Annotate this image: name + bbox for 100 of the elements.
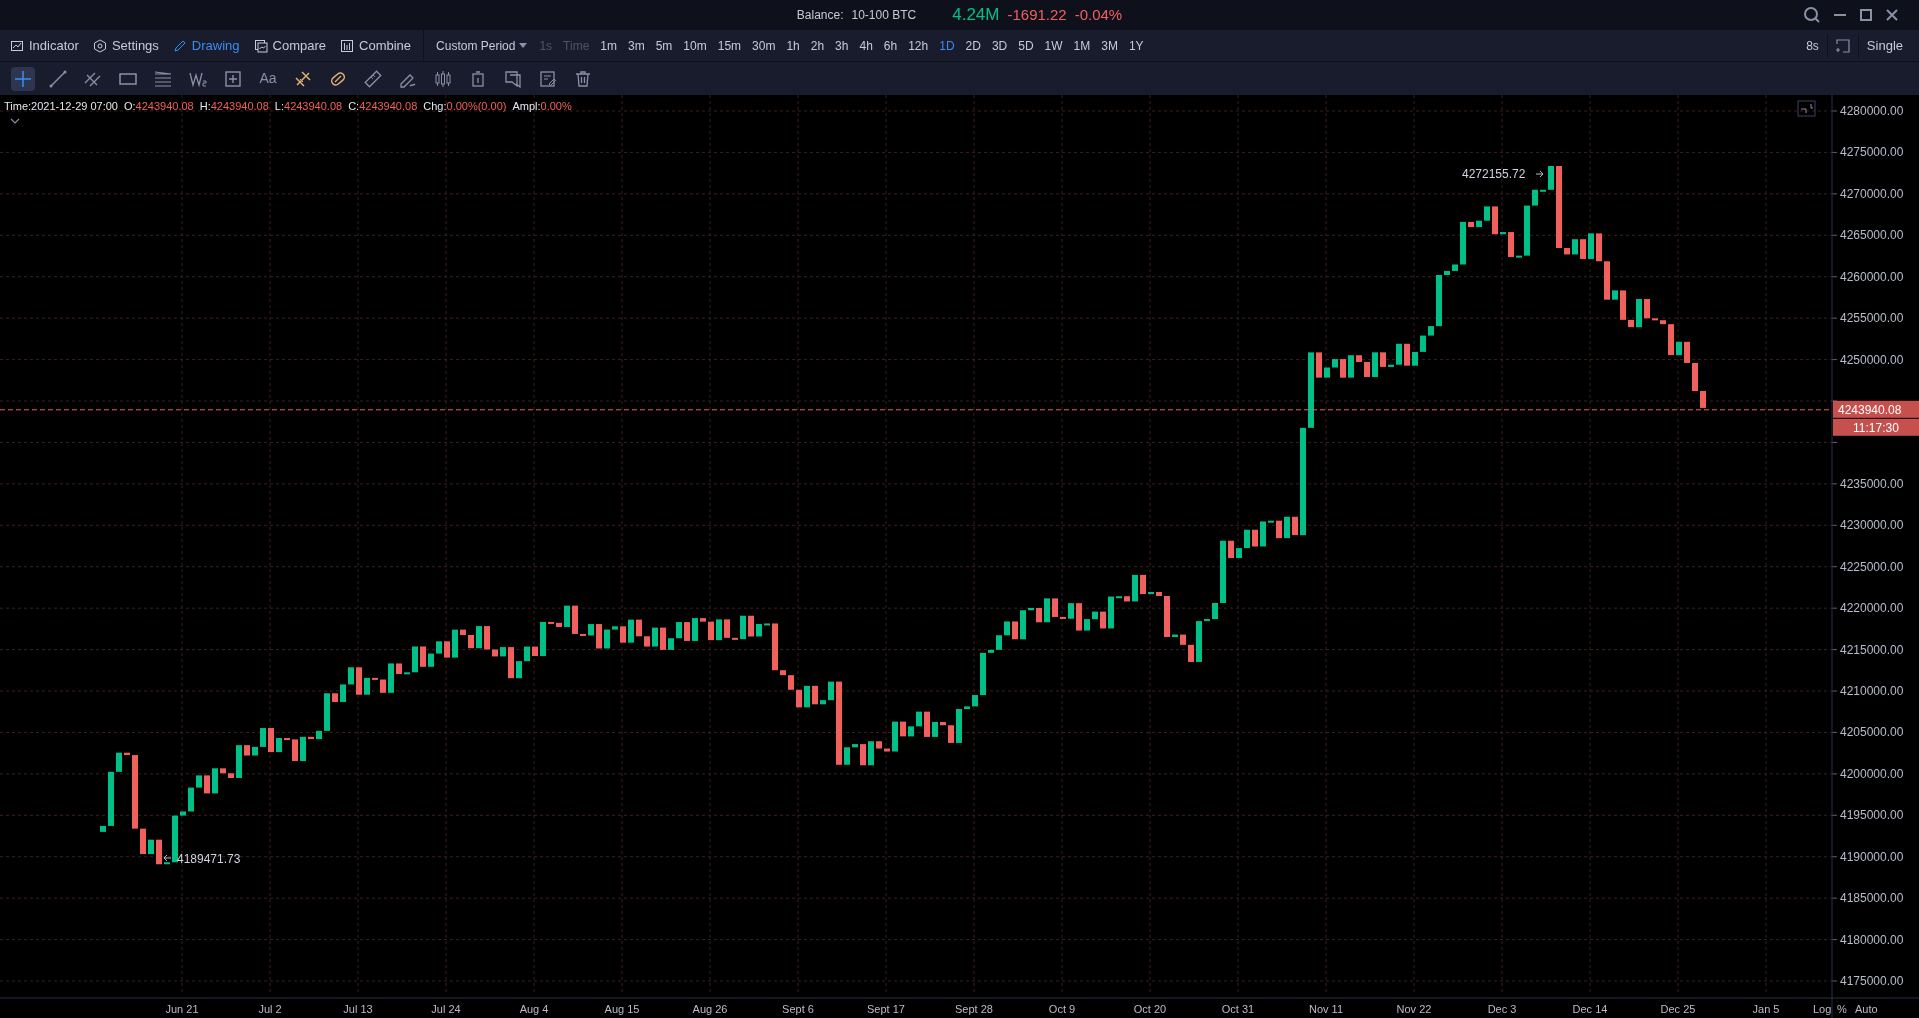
scale-option[interactable]: Auto: [1855, 1003, 1878, 1015]
info-field: L:4243940.08: [274, 98, 343, 115]
period-tab[interactable]: 1h: [786, 36, 800, 55]
period-tab[interactable]: 1M: [1073, 36, 1091, 55]
menu-item[interactable]: Settings: [92, 35, 159, 56]
period-dropdown[interactable]: Custom Period: [436, 36, 528, 55]
date-label: Oct 9: [1048, 1003, 1076, 1015]
candles-icon: [433, 68, 453, 89]
scale-option[interactable]: %: [1837, 1003, 1847, 1015]
date-label: Jun 21: [165, 1003, 199, 1015]
price-label: 4175000.00: [1840, 974, 1904, 989]
columns-icon: [340, 38, 354, 53]
trend-line-icon: [48, 68, 68, 89]
info-field: O:4243940.08: [123, 98, 194, 115]
period-tab[interactable]: 30m: [752, 36, 776, 55]
period-tab[interactable]: 3D: [991, 36, 1008, 55]
low-annotation: 4189471.73: [177, 852, 241, 866]
crosshair-icon: [13, 68, 33, 89]
close-icon[interactable]: [1885, 8, 1899, 22]
price-label: 4260000.00: [1840, 269, 1904, 284]
period-tab[interactable]: 10m: [683, 36, 707, 55]
period-tab[interactable]: 3m: [628, 36, 645, 55]
info-field: Chg:0.00%(0.00): [423, 98, 507, 115]
high-annotation: 4272155.72: [1462, 167, 1526, 181]
period-tab[interactable]: 2h: [810, 36, 825, 55]
expand-icon[interactable]: [10, 117, 20, 125]
price-label: 4230000.00: [1840, 518, 1904, 533]
gear-icon: [92, 38, 107, 53]
arrow-icon: [163, 854, 172, 862]
crosshair-tool[interactable]: [11, 66, 35, 91]
price-label: 4180000.00: [1840, 932, 1904, 947]
trash-icon: [573, 68, 593, 89]
date-label: Dec 3: [1487, 1003, 1517, 1015]
countdown-tag: 11:17:30: [1833, 418, 1919, 436]
search-icon[interactable]: [1803, 6, 1821, 24]
price-label: 4220000.00: [1840, 601, 1904, 616]
date-label: Dec 25: [1660, 1003, 1696, 1015]
price-label: 4215000.00: [1840, 642, 1904, 657]
date-label: Jul 13: [343, 1003, 373, 1015]
period-tab[interactable]: 4h: [859, 36, 873, 55]
chart-icon: [10, 38, 24, 53]
menu-item[interactable]: Drawing: [172, 35, 240, 56]
period-tab[interactable]: 1Y: [1128, 36, 1144, 55]
balance-label: Balance:: [796, 7, 844, 24]
price-change: -1691.22: [1007, 4, 1067, 25]
period-tab[interactable]: 3M: [1101, 36, 1118, 55]
date-label: Jul 24: [431, 1003, 461, 1015]
info-field: Ampl:0.00%: [512, 98, 572, 115]
date-label: Aug 15: [604, 1003, 640, 1015]
price-label: 4270000.00: [1840, 186, 1904, 201]
date-label: Sept 28: [955, 1003, 993, 1015]
refresh-interval[interactable]: 8s: [1798, 36, 1827, 55]
date-label: Jan 5: [1752, 1003, 1780, 1015]
period-tab[interactable]: 12h: [908, 36, 929, 55]
menu-item[interactable]: Indicator: [10, 35, 79, 56]
price-label: 4250000.00: [1840, 352, 1904, 367]
note-icon: [538, 68, 558, 89]
caret-icon: [519, 43, 528, 48]
price-value: 4.24M: [952, 4, 1000, 27]
period-tab[interactable]: 15m: [717, 36, 742, 55]
horizontal-lines-icon: [153, 68, 173, 89]
price-label: 4205000.00: [1840, 725, 1904, 740]
period-tab[interactable]: 1m: [600, 36, 617, 55]
price-label: 4200000.00: [1840, 766, 1904, 781]
period-tab[interactable]: 2D: [965, 36, 981, 55]
layout-dropdown[interactable]: Single: [1858, 35, 1919, 56]
menu-item[interactable]: Compare: [253, 35, 326, 56]
menu-item[interactable]: Combine: [340, 35, 412, 56]
period-tab[interactable]: 1D: [939, 36, 955, 55]
price-label: 4280000.00: [1840, 104, 1904, 118]
period-tab[interactable]: 5m: [655, 36, 673, 55]
info-field: Time:2021-12-29 07:00: [4, 98, 118, 115]
price-label: 4190000.00: [1840, 849, 1904, 864]
date-label: Nov 11: [1309, 1003, 1343, 1015]
date-label: Nov 22: [1396, 1003, 1432, 1015]
period-tab[interactable]: 6h: [883, 36, 898, 55]
price-label: 4275000.00: [1840, 145, 1904, 160]
price-change-percent: -0.04%: [1074, 4, 1123, 25]
pencil-icon: [172, 38, 187, 53]
date-label: Jul 2: [258, 1003, 282, 1015]
info-field: C:4243940.08: [348, 98, 418, 115]
add-window-icon[interactable]: [1835, 38, 1850, 53]
date-label: Sept 17: [867, 1003, 905, 1015]
price-label: 4235000.00: [1840, 476, 1904, 491]
price-label: 4255000.00: [1840, 311, 1904, 326]
compare-icon: [253, 38, 268, 53]
current-price-tag: 4243940.08: [1833, 400, 1919, 418]
date-label: Dec 14: [1572, 1003, 1608, 1015]
date-label: Sept 6: [782, 1003, 814, 1015]
date-label: Aug 26: [692, 1003, 728, 1015]
period-tab[interactable]: 3h: [835, 36, 849, 55]
period-tab[interactable]: 5D: [1018, 36, 1034, 55]
price-label: 4195000.00: [1840, 808, 1904, 823]
scale-option[interactable]: Log: [1813, 1003, 1832, 1015]
maximize-icon[interactable]: [1859, 8, 1873, 22]
price-label: 4210000.00: [1840, 684, 1904, 698]
date-label: Aug 4: [519, 1003, 549, 1015]
period-tab[interactable]: 1W: [1044, 36, 1063, 55]
price-label: 4185000.00: [1840, 891, 1904, 906]
text-tool[interactable]: Aa: [256, 66, 280, 91]
